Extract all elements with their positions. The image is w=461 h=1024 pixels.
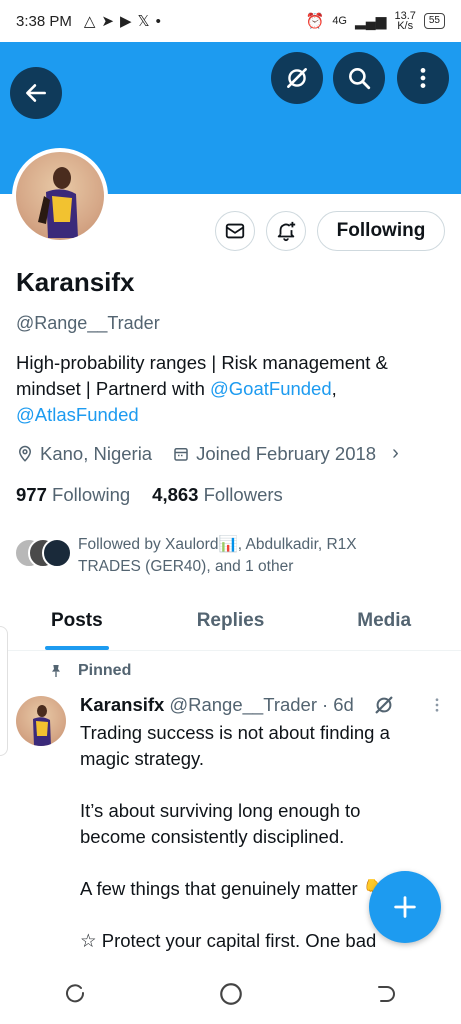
recents-icon[interactable]	[65, 982, 89, 1006]
status-time: 3:38 PM	[16, 12, 72, 30]
profile-name: Karansifx	[16, 267, 135, 297]
following-count-link[interactable]: 977 Following	[16, 484, 130, 506]
followers-count: 4,863	[152, 484, 199, 505]
tab-replies[interactable]: Replies	[154, 600, 308, 650]
avatar-figure	[38, 167, 78, 238]
bio-link-atlasfunded[interactable]: @AtlasFunded	[16, 404, 139, 425]
back-button[interactable]	[10, 67, 62, 119]
warning-icon: △	[83, 13, 96, 30]
more-vertical-icon	[420, 68, 426, 88]
bell-plus-icon	[277, 221, 296, 242]
tab-media[interactable]: Media	[307, 600, 461, 650]
search-icon	[349, 68, 371, 90]
pinned-indicator: Pinned	[48, 662, 131, 680]
tweet-author-name[interactable]: Karansifx	[80, 694, 164, 716]
pinned-label: Pinned	[78, 662, 132, 679]
network-speed: 13.7 K/s	[394, 11, 415, 32]
dot-icon: •	[155, 12, 161, 30]
pin-icon	[52, 665, 60, 677]
plus-icon	[394, 896, 416, 918]
message-button[interactable]	[215, 211, 255, 251]
location-icon	[18, 445, 32, 462]
tab-posts[interactable]: Posts	[0, 600, 154, 650]
tweet-header: Karansifx @Range__Trader · 6d	[80, 694, 450, 716]
notifications-button[interactable]	[266, 211, 306, 251]
follow-counts: 977 Following 4,863 Followers	[16, 484, 283, 506]
followed-by-text: Followed by Xaulord📊, Abdulkadir, R1X TR…	[78, 536, 357, 575]
profile-location: Kano, Nigeria	[40, 442, 153, 464]
profile-tabs: Posts Replies Media	[0, 600, 461, 651]
profile-joined: Joined February 2018	[196, 442, 377, 464]
followed-by-avatars	[14, 534, 74, 570]
mini-avatar	[42, 538, 72, 568]
bio-link-goatfunded[interactable]: @GoatFunded	[210, 378, 332, 399]
battery-icon: 55	[423, 13, 445, 29]
followers-label: Followers	[203, 484, 283, 505]
profile-meta: Kano, Nigeria Joined February 2018 ›	[16, 442, 446, 465]
following-label: Following	[52, 484, 131, 505]
grok-icon[interactable]	[373, 694, 395, 716]
profile-handle: @Range__Trader	[16, 313, 160, 333]
tweet-avatar[interactable]	[16, 696, 66, 746]
x-icon: 𝕏	[137, 13, 150, 30]
mail-icon	[225, 223, 245, 239]
tweet-dot: ·	[322, 694, 329, 715]
youtube-icon: ▶	[120, 13, 132, 30]
home-icon[interactable]	[218, 981, 244, 1007]
system-navigation-bar	[0, 964, 461, 1024]
following-count: 977	[16, 484, 47, 505]
followed-by[interactable]: Followed by Xaulord📊, Abdulkadir, R1X TR…	[14, 534, 444, 578]
grok-button[interactable]	[271, 52, 323, 104]
side-panel-handle[interactable]	[0, 626, 8, 756]
tweet-avatar-figure	[33, 705, 51, 746]
tweet-time: 6d	[333, 694, 354, 715]
status-right: ⏰ 4G ▂▄▆ 13.7 K/s 55	[305, 11, 445, 32]
alarm-icon: ⏰	[305, 13, 325, 30]
grok-icon	[287, 68, 307, 88]
following-button[interactable]: Following	[317, 211, 445, 251]
network-label: 4G	[332, 15, 347, 27]
notification-icons: △ ➤ ▶ 𝕏 •	[83, 12, 161, 31]
profile-avatar[interactable]	[12, 148, 108, 244]
followers-count-link[interactable]: 4,863 Followers	[152, 484, 283, 506]
back-nav-icon[interactable]	[373, 982, 397, 1006]
search-button[interactable]	[333, 52, 385, 104]
telegram-icon: ➤	[101, 13, 114, 30]
tweet-author-handle[interactable]: @Range__Trader	[169, 694, 317, 716]
signal-icon: ▂▄▆	[355, 12, 387, 29]
status-bar: 3:38 PM △ ➤ ▶ 𝕏 • ⏰ 4G ▂▄▆ 13.7 K/s 55	[0, 0, 461, 42]
more-vertical-icon[interactable]	[428, 696, 446, 714]
calendar-icon	[174, 447, 188, 461]
more-options-button[interactable]	[397, 52, 449, 104]
profile-bio: High-probability ranges | Risk managemen…	[16, 350, 436, 428]
compose-button[interactable]	[369, 871, 441, 943]
back-arrow-icon	[26, 84, 46, 102]
speed-unit: K/s	[397, 20, 414, 32]
chevron-right-icon[interactable]: ›	[392, 442, 399, 465]
bio-separator: ,	[331, 378, 337, 399]
